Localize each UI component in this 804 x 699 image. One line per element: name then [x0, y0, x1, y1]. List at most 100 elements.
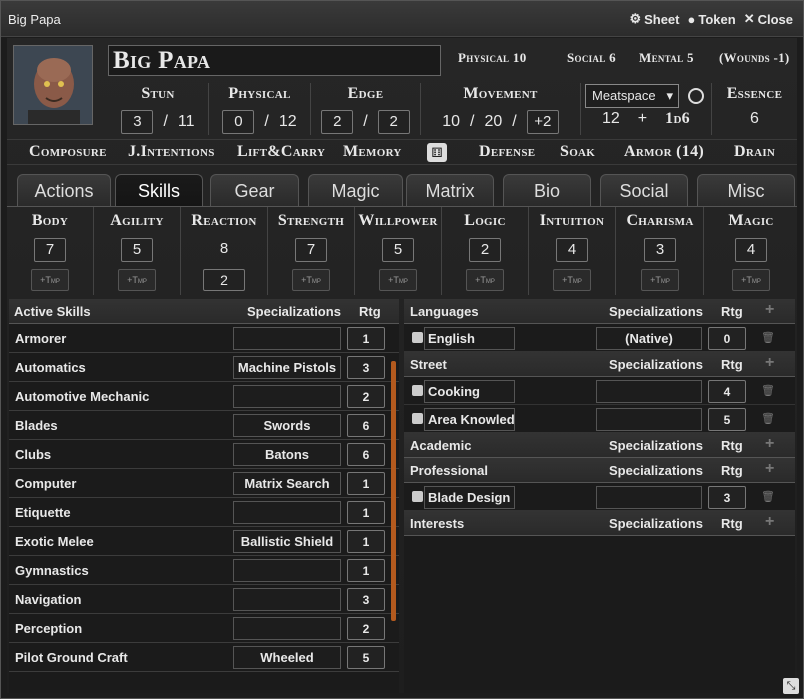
knowledge-name-field[interactable]: Cooking	[424, 380, 515, 403]
skill-name[interactable]: Navigation	[15, 592, 81, 607]
rating-field[interactable]: 1	[347, 530, 385, 553]
attribute-value[interactable]: 7	[34, 238, 66, 262]
skill-name[interactable]: Gymnastics	[15, 563, 89, 578]
specialization-field[interactable]	[233, 588, 341, 611]
tmp-button[interactable]: +Tmp	[118, 269, 156, 291]
rating-field[interactable]: 6	[347, 443, 385, 466]
rating-field[interactable]: 0	[708, 327, 746, 350]
resize-handle-icon[interactable]: ⤡	[783, 678, 799, 694]
stun-value-input[interactable]: 3	[121, 110, 154, 134]
skill-name[interactable]: Armorer	[15, 331, 66, 346]
specialization-field[interactable]	[596, 380, 702, 403]
skill-name[interactable]: Computer	[15, 476, 76, 491]
edge-max-input[interactable]: 2	[377, 110, 410, 134]
specialization-field[interactable]	[596, 486, 702, 509]
trash-icon[interactable]: 🗑	[761, 490, 775, 503]
skill-name[interactable]: Exotic Melee	[15, 534, 94, 549]
scrollbar[interactable]	[391, 361, 396, 621]
lift-carry-roll[interactable]: Lift&Carry	[237, 143, 325, 161]
specialization-field[interactable]	[233, 617, 341, 640]
add-icon[interactable]: +	[765, 460, 774, 478]
dice-icon[interactable]: ⚅	[427, 143, 447, 162]
tab-skills[interactable]: Skills	[115, 174, 203, 206]
soak-roll[interactable]: Soak	[560, 143, 595, 161]
specialization-field[interactable]	[233, 327, 341, 350]
specialization-field[interactable]: Matrix Search	[233, 472, 341, 495]
tmp-button[interactable]: +Tmp	[641, 269, 679, 291]
defense-roll[interactable]: Defense	[479, 143, 535, 161]
skill-name[interactable]: Perception	[15, 621, 82, 636]
rating-field[interactable]: 4	[708, 380, 746, 403]
armor-roll[interactable]: Armor (14)	[624, 143, 704, 161]
specialization-field[interactable]	[233, 559, 341, 582]
title-bar[interactable]: Big Papa ⚙ Sheet ● Token ✕ Close	[1, 1, 803, 37]
tmp-button[interactable]: +Tmp	[31, 269, 69, 291]
tab-magic[interactable]: Magic	[308, 174, 403, 206]
tmp-button[interactable]: +Tmp	[732, 269, 770, 291]
specialization-field[interactable]: Swords	[233, 414, 341, 437]
physical-value-input[interactable]: 0	[222, 110, 255, 134]
attribute-value[interactable]: 7	[295, 238, 327, 262]
judge-intentions-roll[interactable]: J.Intentions	[128, 143, 215, 161]
dice-icon[interactable]	[412, 491, 423, 502]
sheet-button[interactable]: ⚙ Sheet	[629, 11, 679, 27]
tmp-button[interactable]: +Tmp	[466, 269, 504, 291]
skill-name[interactable]: Blades	[15, 418, 58, 433]
tab-bio[interactable]: Bio	[503, 174, 591, 206]
attribute-value[interactable]: 3	[644, 238, 676, 262]
rating-field[interactable]: 2	[347, 617, 385, 640]
dice-icon[interactable]	[412, 385, 423, 396]
dice-icon[interactable]	[412, 413, 423, 424]
close-button[interactable]: ✕ Close	[744, 11, 793, 27]
knowledge-name-field[interactable]: Area Knowledg	[424, 408, 515, 431]
specialization-field[interactable]: (Native)	[596, 327, 702, 350]
attribute-value[interactable]: 5	[382, 238, 414, 262]
token-button[interactable]: ● Token	[688, 11, 736, 27]
rating-field[interactable]: 6	[347, 414, 385, 437]
specialization-field[interactable]: Machine Pistols	[233, 356, 341, 379]
rating-field[interactable]: 5	[347, 646, 385, 669]
rating-field[interactable]: 5	[708, 408, 746, 431]
trash-icon[interactable]: 🗑	[761, 384, 775, 397]
add-icon[interactable]: +	[765, 301, 774, 319]
augmented-value[interactable]: 2	[203, 269, 245, 291]
tab-social[interactable]: Social	[600, 174, 688, 206]
knowledge-name-field[interactable]: Blade Design	[424, 486, 515, 509]
add-icon[interactable]: +	[765, 435, 774, 453]
skill-name[interactable]: Etiquette	[15, 505, 71, 520]
rating-field[interactable]: 3	[708, 486, 746, 509]
drain-roll[interactable]: Drain	[734, 143, 775, 161]
tmp-button[interactable]: +Tmp	[553, 269, 591, 291]
tmp-button[interactable]: +Tmp	[379, 269, 417, 291]
rating-field[interactable]: 1	[347, 472, 385, 495]
rating-field[interactable]: 3	[347, 356, 385, 379]
dice-icon[interactable]	[412, 332, 423, 343]
rating-field[interactable]: 1	[347, 327, 385, 350]
attribute-value[interactable]: 5	[121, 238, 153, 262]
skill-name[interactable]: Automotive Mechanic	[15, 389, 149, 404]
initiative-mode-select[interactable]: Meatspace ▾	[585, 84, 679, 108]
knowledge-name-field[interactable]: English	[424, 327, 515, 350]
skill-name[interactable]: Pilot Ground Craft	[15, 650, 128, 665]
memory-roll[interactable]: Memory	[343, 143, 402, 161]
avatar[interactable]	[13, 45, 93, 125]
trash-icon[interactable]: 🗑	[761, 412, 775, 425]
specialization-field[interactable]	[233, 501, 341, 524]
tmp-button[interactable]: +Tmp	[292, 269, 330, 291]
add-icon[interactable]: +	[765, 354, 774, 372]
specialization-field[interactable]: Ballistic Shield	[233, 530, 341, 553]
specialization-field[interactable]	[596, 408, 702, 431]
specialization-field[interactable]	[233, 385, 341, 408]
attribute-value[interactable]: 4	[735, 238, 767, 262]
add-icon[interactable]: +	[765, 513, 774, 531]
rating-field[interactable]: 3	[347, 588, 385, 611]
sprint-input[interactable]: +2	[526, 110, 559, 134]
tab-actions[interactable]: Actions	[17, 174, 111, 206]
composure-roll[interactable]: Composure	[29, 143, 107, 161]
tab-matrix[interactable]: Matrix	[406, 174, 494, 206]
trash-icon[interactable]: 🗑	[761, 331, 775, 344]
character-name-field[interactable]: Big Papa	[108, 45, 441, 76]
specialization-field[interactable]: Batons	[233, 443, 341, 466]
edge-value-input[interactable]: 2	[321, 110, 354, 134]
tab-gear[interactable]: Gear	[210, 174, 299, 206]
